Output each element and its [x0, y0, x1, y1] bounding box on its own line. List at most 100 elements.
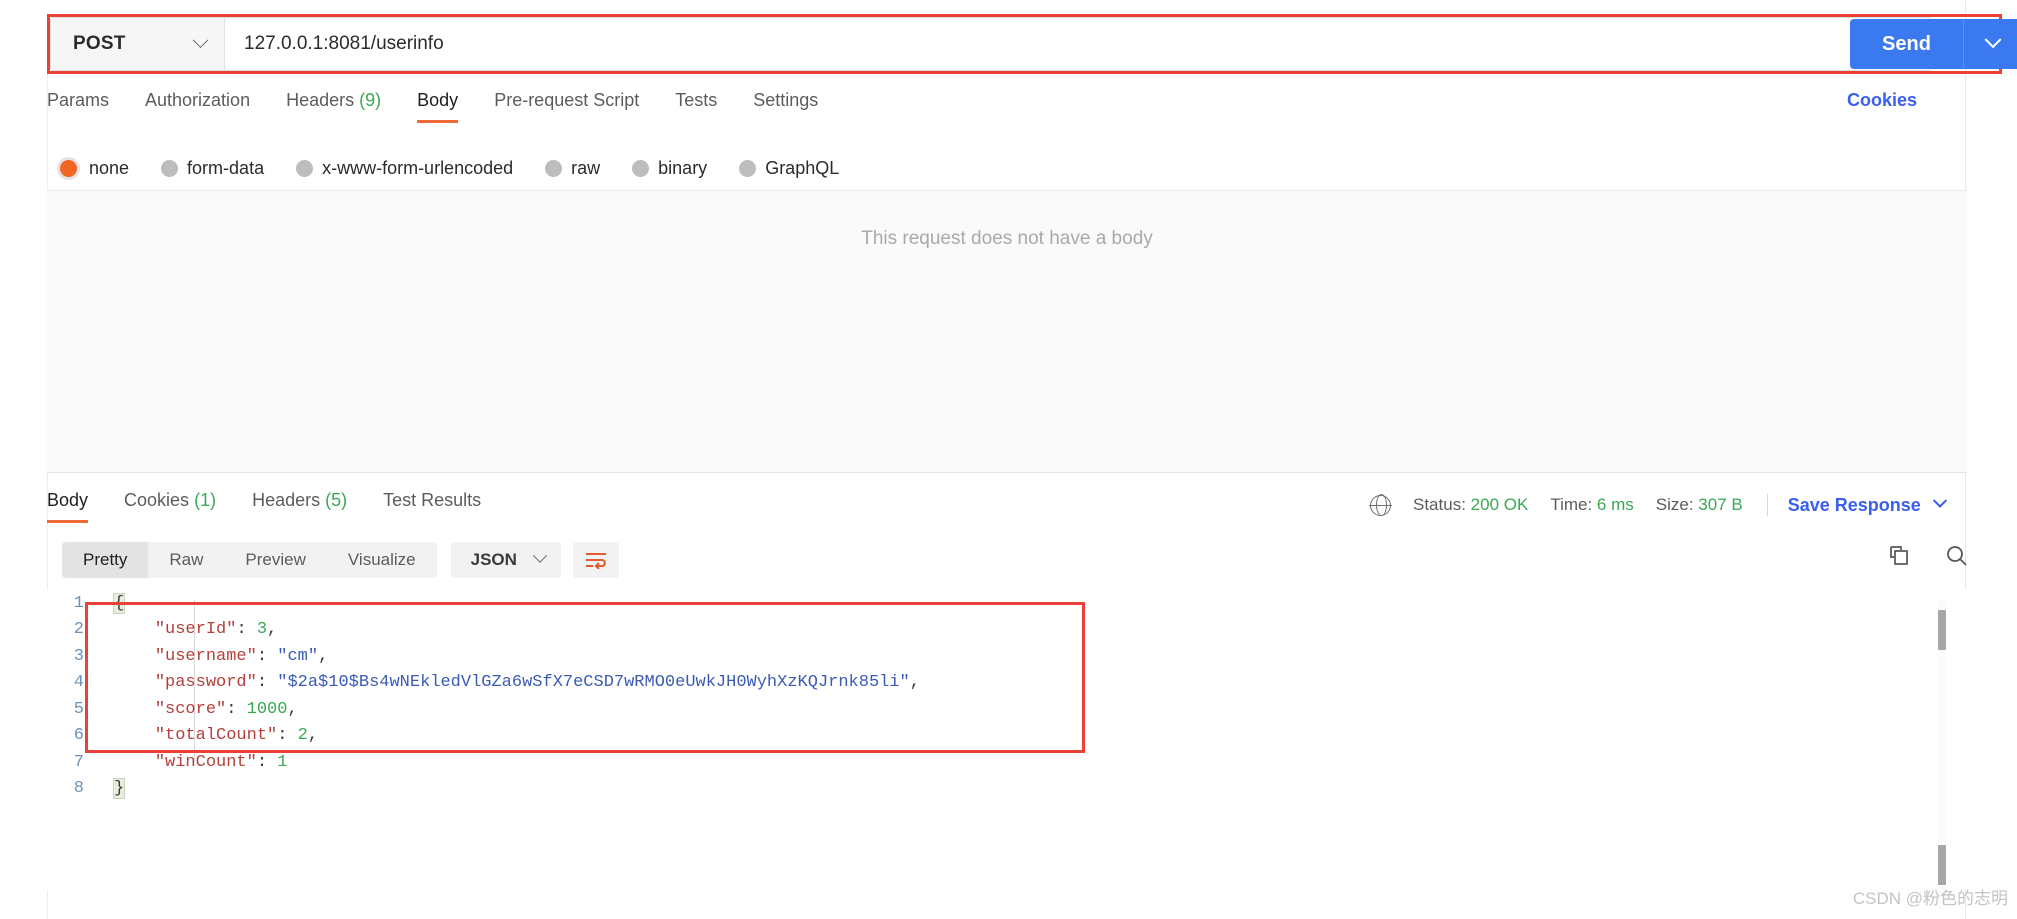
globe-icon[interactable]	[1369, 493, 1392, 517]
tab-label: Body	[47, 490, 89, 510]
tab-pre-request-script[interactable]: Pre-request Script	[494, 90, 639, 123]
radio-label: binary	[658, 157, 708, 178]
tab-settings[interactable]: Settings	[753, 90, 818, 123]
tab-tests[interactable]: Tests	[675, 90, 717, 123]
code-content: "username": "cm",	[109, 647, 328, 666]
code-token: 1000	[246, 699, 288, 719]
line-number: 4	[73, 673, 84, 693]
request-url-bar: POST 127.0.0.1:8081/userinfo Send	[47, 14, 2017, 74]
view-preview[interactable]: Preview	[224, 542, 326, 578]
tab-label: Test Results	[383, 490, 482, 510]
radio-label: none	[89, 157, 130, 178]
code-line: 7 "winCount": 1	[47, 749, 1967, 776]
body-type-x-www-form-urlencoded[interactable]: x-www-form-urlencoded	[296, 158, 513, 179]
radio-label: raw	[571, 157, 601, 178]
meta-divider	[1766, 494, 1768, 516]
response-vertical-scrollbar[interactable]	[1938, 600, 1946, 910]
radio-unselected-icon	[632, 159, 650, 177]
code-token: :	[256, 673, 278, 693]
tab-label: Authorization	[145, 90, 251, 110]
request-body-panel: This request does not have a body	[47, 190, 1967, 472]
radio-unselected-icon	[296, 159, 314, 177]
code-line: 3 "username": "cm",	[47, 643, 1967, 670]
code-token: :	[236, 620, 257, 640]
chevron-down-icon	[1932, 493, 1947, 508]
search-button[interactable]	[1945, 544, 1969, 568]
code-token: ,	[267, 620, 278, 640]
response-tab-test-results[interactable]: Test Results	[383, 490, 481, 523]
code-token: }	[112, 778, 126, 800]
tab-label: Body	[417, 90, 459, 110]
tab-headers[interactable]: Headers (9)	[286, 90, 381, 123]
url-bar-inner: POST 127.0.0.1:8081/userinfo	[50, 17, 1932, 71]
line-number: 2	[73, 620, 84, 640]
status-label: Status:	[1413, 495, 1466, 514]
tab-authorization[interactable]: Authorization	[145, 90, 250, 123]
code-line: 4 "password": "$2a$10$Bs4wNEkledVlGZa6wS…	[47, 670, 1967, 697]
line-number: 1	[73, 593, 84, 613]
body-type-none[interactable]: none	[58, 158, 129, 179]
body-type-binary[interactable]: binary	[632, 158, 707, 179]
request-url-input[interactable]: 127.0.0.1:8081/userinfo	[225, 18, 1931, 70]
body-type-graphql[interactable]: GraphQL	[739, 158, 839, 179]
tab-label: Params	[47, 90, 110, 110]
send-button[interactable]: Send	[1850, 19, 1963, 69]
tab-label: Pre-request Script	[494, 90, 640, 110]
tab-label: Tests	[675, 90, 718, 110]
send-options-button[interactable]	[1963, 19, 2017, 69]
body-type-form-data[interactable]: form-data	[161, 158, 264, 179]
tab-count: (9)	[359, 90, 382, 110]
response-language-label: JSON	[470, 550, 517, 569]
radio-label: form-data	[187, 157, 265, 178]
request-tab-bar: Params Authorization Headers (9) Body Pr…	[47, 90, 1967, 134]
response-tab-cookies[interactable]: Cookies (1)	[124, 490, 216, 523]
code-token: "password"	[154, 673, 257, 693]
tab-body[interactable]: Body	[417, 90, 459, 123]
response-language-select[interactable]: JSON	[450, 542, 561, 578]
view-raw[interactable]: Raw	[148, 542, 224, 578]
watermark: CSDN @粉色的志明	[1852, 889, 2008, 908]
status-badge: Status: 200 OK	[1413, 495, 1528, 515]
code-token: "winCount"	[154, 752, 257, 772]
panel-divider	[47, 472, 1967, 473]
radio-unselected-icon	[545, 159, 563, 177]
response-tab-headers[interactable]: Headers (5)	[252, 490, 347, 523]
code-line: 2 "userId": 3,	[47, 617, 1967, 644]
copy-button[interactable]	[1887, 544, 1911, 568]
cookies-link[interactable]: Cookies	[1847, 90, 1917, 111]
size-label: Size:	[1655, 495, 1694, 514]
code-content: {	[109, 592, 126, 614]
response-body-viewer[interactable]: 1{2 "userId": 3, 3 "username": "cm", 4 "pa…	[47, 590, 1967, 890]
scrollbar-thumb[interactable]	[1938, 610, 1946, 650]
code-token: "cm"	[277, 646, 319, 666]
response-tab-body[interactable]: Body	[47, 490, 89, 523]
tab-label: Settings	[753, 90, 819, 110]
chevron-down-icon	[192, 31, 209, 48]
code-token: "username"	[154, 646, 257, 666]
code-content: "password": "$2a$10$Bs4wNEkledVlGZa6wSfX…	[109, 673, 920, 692]
time-value: 6 ms	[1596, 495, 1634, 514]
scrollbar-thumb[interactable]	[1938, 845, 1946, 885]
save-response-label: Save Response	[1787, 494, 1921, 515]
word-wrap-button[interactable]	[572, 542, 619, 578]
tab-params[interactable]: Params	[47, 90, 109, 123]
code-lines-container: 1{2 "userId": 3, 3 "username": "cm", 4 "pa…	[47, 590, 1967, 802]
body-type-raw[interactable]: raw	[545, 158, 600, 179]
code-line: 5 "score": 1000,	[47, 696, 1967, 723]
http-method-select[interactable]: POST	[51, 18, 225, 70]
code-token: :	[256, 646, 278, 666]
code-token: "score"	[154, 699, 227, 719]
view-visualize[interactable]: Visualize	[327, 542, 437, 578]
code-line: 1{	[47, 590, 1967, 617]
view-pretty[interactable]: Pretty	[62, 542, 149, 578]
line-number: 5	[73, 699, 84, 719]
code-token: 3	[256, 620, 268, 640]
save-response-button[interactable]: Save Response	[1787, 493, 1947, 516]
line-number: 7	[73, 752, 84, 772]
code-token: ,	[318, 646, 329, 666]
copy-icon	[1890, 546, 1908, 565]
